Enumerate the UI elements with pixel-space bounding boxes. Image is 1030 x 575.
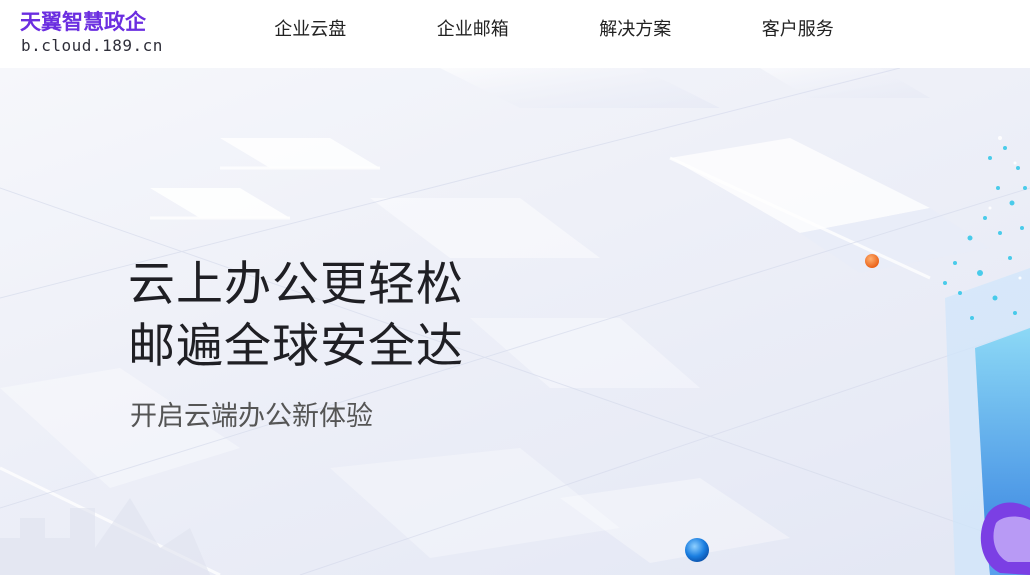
logo[interactable]: 天翼智慧政企 b.cloud.189.cn [20, 8, 180, 58]
nav-item-enterprise-email[interactable]: 企业邮箱 [392, 16, 555, 44]
hero-subheadline: 开启云端办公新体验 [130, 401, 373, 432]
nav-item-solutions[interactable]: 解决方案 [554, 16, 717, 44]
hero-headline: 云上办公更轻松 邮遍全球安全达 [128, 254, 464, 378]
main-nav: 企业云盘 企业邮箱 解决方案 客户服务 [229, 16, 879, 44]
orange-sphere [865, 254, 879, 268]
blue-sphere [685, 538, 709, 562]
logo-url: b.cloud.189.cn [21, 36, 163, 55]
logo-title: 天翼智慧政企 [20, 10, 146, 34]
hero-banner[interactable]: 云上办公更轻松 邮遍全球安全达 开启云端办公新体验 [0, 68, 1030, 575]
city-silhouette [0, 498, 210, 575]
top-header: 天翼智慧政企 b.cloud.189.cn 企业云盘 企业邮箱 解决方案 客户服… [0, 0, 1030, 68]
nav-item-enterprise-cloud-drive[interactable]: 企业云盘 [229, 16, 392, 44]
hero-headline-line2: 邮遍全球安全达 [128, 319, 464, 374]
hero-headline-line1: 云上办公更轻松 [128, 257, 464, 312]
nav-item-customer-service[interactable]: 客户服务 [717, 16, 880, 44]
